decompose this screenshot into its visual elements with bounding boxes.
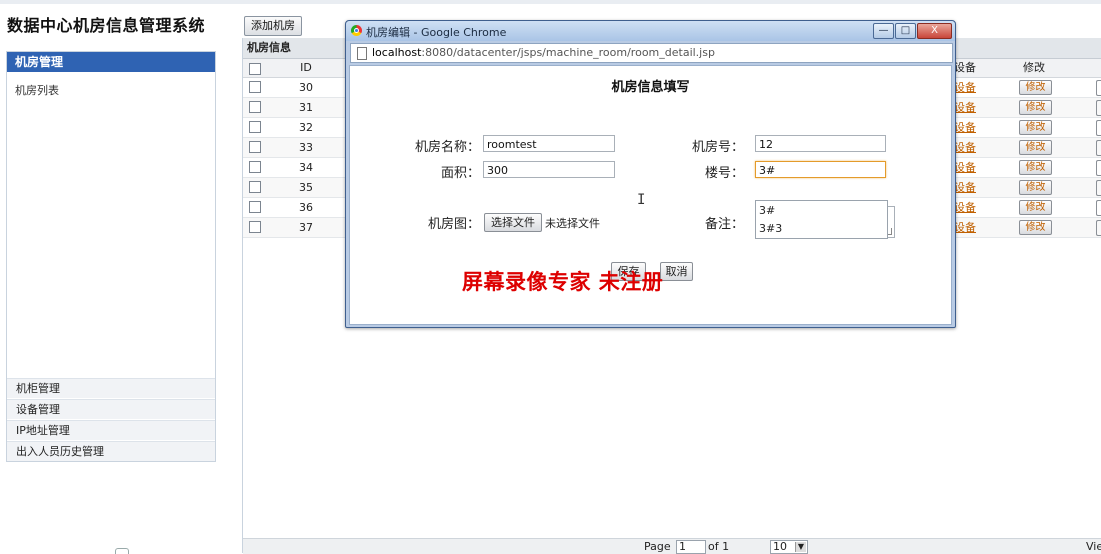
add-room-button[interactable]: 添加机房 (244, 16, 302, 36)
row-action-button[interactable] (1096, 220, 1101, 236)
device-link[interactable]: 设备 (954, 198, 976, 217)
edit-button[interactable]: 修改 (1019, 80, 1052, 95)
select-all-checkbox[interactable] (249, 63, 261, 75)
row-id: 32 (299, 121, 313, 134)
top-strip (0, 0, 1101, 4)
address-url: localhost:8080/datacenter/jsps/machine_r… (372, 46, 715, 59)
form-title: 机房信息填写 (611, 80, 690, 95)
edit-button[interactable]: 修改 (1019, 140, 1052, 155)
row-checkbox[interactable] (249, 101, 261, 113)
floor-input[interactable]: 3# (755, 161, 886, 178)
row-checkbox[interactable] (249, 81, 261, 93)
row-action-button[interactable] (1096, 100, 1101, 116)
pager-page-label: Page (644, 540, 671, 553)
window-titlebar[interactable]: 机房编辑 - Google Chrome — □ X (346, 21, 955, 41)
row-checkbox[interactable] (249, 181, 261, 193)
chrome-icon (351, 25, 362, 36)
device-link[interactable]: 设备 (954, 78, 976, 97)
room-form: 机房信息填写 机房名称： roomtest 机房号： 12 面积： 300 楼号… (349, 65, 952, 325)
file-status-text: 未选择文件 (545, 217, 600, 230)
row-action-button[interactable] (1096, 140, 1101, 156)
sidebar-header-room-management[interactable]: 机房管理 (7, 52, 215, 72)
collapse-handle[interactable] (115, 548, 129, 554)
row-action-button[interactable] (1096, 180, 1101, 196)
chevron-down-icon: ▼ (795, 542, 806, 552)
row-checkbox[interactable] (249, 141, 261, 153)
minimize-button[interactable]: — (873, 23, 894, 39)
device-link[interactable]: 设备 (954, 118, 976, 137)
column-header-edit[interactable]: 修改 (1023, 59, 1045, 77)
pager: Page 1 of 1 10 ▼ Vie (243, 538, 1101, 554)
sidebar-item-device-management[interactable]: 设备管理 (7, 399, 215, 419)
row-action-button[interactable] (1096, 200, 1101, 216)
room-name-label: 机房名称： (414, 140, 480, 155)
row-id: 31 (299, 101, 313, 114)
close-window-button[interactable]: X (917, 23, 952, 39)
column-header-id[interactable]: ID (291, 59, 321, 77)
sidebar-item-room-list[interactable]: 机房列表 (15, 82, 59, 98)
row-checkbox[interactable] (249, 121, 261, 133)
address-path: :8080/datacenter/jsps/machine_room/room_… (421, 46, 715, 59)
address-bar[interactable]: localhost:8080/datacenter/jsps/machine_r… (350, 43, 953, 63)
room-number-label: 机房号： (691, 140, 744, 155)
sidebar-item-cabinet-management[interactable]: 机柜管理 (7, 378, 215, 398)
autocomplete-item[interactable]: 3# (759, 202, 775, 219)
device-link[interactable]: 设备 (954, 178, 976, 197)
row-action-button[interactable] (1096, 160, 1101, 176)
edit-button[interactable]: 修改 (1019, 220, 1052, 235)
room-number-input[interactable]: 12 (755, 135, 886, 152)
floor-autocomplete-list: 3# 3#3 (755, 200, 888, 239)
device-link[interactable]: 设备 (954, 98, 976, 117)
pager-page-input[interactable]: 1 (676, 540, 706, 554)
sidebar-item-ip-management[interactable]: IP地址管理 (7, 420, 215, 440)
row-action-button[interactable] (1096, 80, 1101, 96)
autocomplete-item[interactable]: 3#3 (759, 220, 782, 237)
edit-button[interactable]: 修改 (1019, 180, 1052, 195)
text-cursor-icon: I (637, 192, 646, 208)
note-label: 备注： (704, 217, 744, 232)
maximize-button[interactable]: □ (895, 23, 916, 39)
pager-view-text: Vie (1086, 540, 1101, 553)
floor-label: 楼号： (704, 166, 744, 181)
app-title: 数据中心机房信息管理系统 (7, 16, 206, 35)
room-image-label: 机房图： (427, 217, 480, 232)
device-link[interactable]: 设备 (954, 218, 976, 237)
room-edit-window: 机房编辑 - Google Chrome — □ X localhost:808… (345, 20, 956, 328)
area-label: 面积： (440, 166, 480, 181)
row-checkbox[interactable] (249, 161, 261, 173)
cancel-button[interactable]: 取消 (660, 262, 693, 281)
page-icon (357, 47, 367, 60)
page-size-select[interactable]: 10 ▼ (770, 540, 808, 554)
row-action-button[interactable] (1096, 120, 1101, 136)
device-link[interactable]: 设备 (954, 158, 976, 177)
row-checkbox[interactable] (249, 221, 261, 233)
row-id: 30 (299, 81, 313, 94)
room-name-input[interactable]: roomtest (483, 135, 615, 152)
edit-button[interactable]: 修改 (1019, 100, 1052, 115)
edit-button[interactable]: 修改 (1019, 160, 1052, 175)
row-id: 36 (299, 201, 313, 214)
window-title: 机房编辑 - Google Chrome (366, 26, 507, 39)
row-id: 33 (299, 141, 313, 154)
row-id: 35 (299, 181, 313, 194)
sidebar-item-access-history[interactable]: 出入人员历史管理 (7, 441, 215, 461)
row-id: 37 (299, 221, 313, 234)
area-input[interactable]: 300 (483, 161, 615, 178)
choose-file-button[interactable]: 选择文件 (484, 213, 542, 232)
column-header-device[interactable]: 设备 (954, 59, 976, 77)
device-link[interactable]: 设备 (954, 138, 976, 157)
sidebar: 机房管理 机房列表 机柜管理 设备管理 IP地址管理 出入人员历史管理 (6, 51, 216, 462)
page-size-value: 10 (773, 540, 787, 553)
row-checkbox[interactable] (249, 201, 261, 213)
address-host: localhost (372, 46, 422, 59)
pager-of-label: of 1 (708, 540, 730, 553)
recorder-watermark: 屏幕录像专家 未注册 (462, 269, 664, 294)
edit-button[interactable]: 修改 (1019, 120, 1052, 135)
edit-button[interactable]: 修改 (1019, 200, 1052, 215)
row-id: 34 (299, 161, 313, 174)
